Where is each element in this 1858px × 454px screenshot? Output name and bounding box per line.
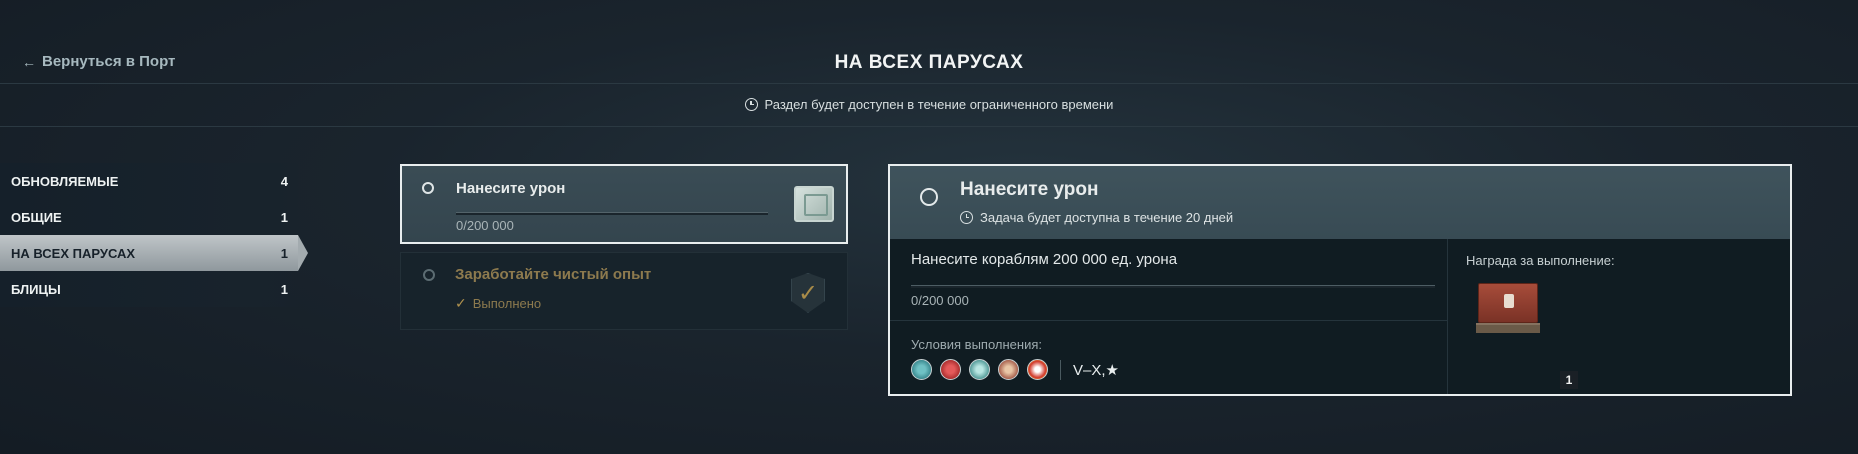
task-title: Нанесите урон: [456, 180, 566, 197]
radio-icon: [920, 188, 938, 206]
clock-icon: [744, 98, 758, 111]
sidebar-item-label: ОБЩИЕ: [11, 209, 62, 225]
nation-flag-icon: [969, 359, 990, 380]
ticket-reward-icon: [794, 186, 834, 222]
sidebar-item-blitz[interactable]: БЛИЦЫ 1: [0, 271, 298, 307]
page-title: НА ВСЕХ ПАРУСАХ: [834, 52, 1024, 73]
sidebar-item-count: 1: [280, 281, 288, 297]
sidebar-item-label: БЛИЦЫ: [11, 281, 61, 297]
task-progress-text: 0/200 000: [456, 218, 514, 233]
sidebar-item-updatable[interactable]: ОБНОВЛЯЕМЫЕ 4: [0, 163, 298, 199]
sidebar-item-count: 4: [280, 173, 288, 189]
header-divider: [0, 83, 1858, 84]
crate-pallet: [1476, 323, 1540, 333]
task-detail-progress-bar: [911, 285, 1435, 288]
nation-flag-icon: [1027, 359, 1048, 380]
reward-label: Награда за выполнение:: [1466, 253, 1615, 268]
crate-box: [1478, 283, 1538, 323]
task-detail-progress-text: 0/200 000: [911, 293, 969, 308]
detail-divider: [890, 320, 1447, 321]
task-detail-panel: Нанесите урон Задача будет доступна в те…: [888, 164, 1792, 396]
nation-flag-icon: [940, 359, 961, 380]
task-status-text: Выполнено: [472, 296, 542, 311]
task-card-experience[interactable]: Заработайте чистый опыт ✓ Выполнено ✓: [400, 252, 848, 330]
clock-icon: [960, 211, 973, 224]
task-progress-bar: [456, 212, 768, 215]
task-detail-header: Нанесите урон Задача будет доступна в те…: [890, 166, 1790, 239]
reward-count: 1: [1560, 371, 1578, 389]
nation-flag-icon: [998, 359, 1019, 380]
conditions-row: V–X,★: [911, 359, 1119, 380]
task-detail-subtitle: Задача будет доступна в течение 20 дней: [960, 210, 1233, 225]
reward-section: Награда за выполнение: 1: [1450, 239, 1790, 394]
task-detail-body: Нанесите кораблям 200 000 ед. урона 0/20…: [890, 239, 1448, 394]
task-status: ✓ Выполнено: [455, 295, 541, 312]
sidebar-item-full-sail[interactable]: НА ВСЕХ ПАРУСАХ 1: [0, 235, 308, 271]
tier-range: V–X,★: [1073, 361, 1119, 379]
task-description: Нанесите кораблям 200 000 ед. урона: [911, 251, 1178, 268]
task-card-damage[interactable]: Нанесите урон 0/200 000: [400, 164, 848, 244]
sidebar-item-label: НА ВСЕХ ПАРУСАХ: [11, 245, 136, 261]
sidebar-item-count: 1: [280, 209, 288, 225]
task-detail-title: Нанесите урон: [960, 179, 1099, 200]
task-detail-subtitle-text: Задача будет доступна в течение 20 дней: [980, 210, 1234, 225]
subheader-divider: [0, 126, 1858, 127]
task-title: Заработайте чистый опыт: [455, 266, 652, 283]
timer-note: Раздел будет доступен в течение ограниче…: [0, 97, 1858, 112]
sidebar: ОБНОВЛЯЕМЫЕ 4 ОБЩИЕ 1 НА ВСЕХ ПАРУСАХ 1 …: [0, 163, 310, 307]
nation-flag-icon: [911, 359, 932, 380]
conditions-label: Условия выполнения:: [911, 337, 1042, 352]
supply-crate-icon[interactable]: 1: [1476, 283, 1578, 389]
timer-note-text: Раздел будет доступен в течение ограниче…: [764, 97, 1114, 112]
sidebar-item-count: 1: [280, 245, 288, 261]
conditions-divider: [1060, 359, 1061, 380]
check-icon: ✓: [455, 295, 467, 311]
sidebar-item-label: ОБНОВЛЯЕМЫЕ: [11, 173, 119, 189]
radio-icon: [422, 182, 434, 194]
completed-shield-icon: ✓: [791, 273, 825, 313]
sidebar-item-general[interactable]: ОБЩИЕ 1: [0, 199, 298, 235]
radio-icon: [423, 269, 435, 281]
